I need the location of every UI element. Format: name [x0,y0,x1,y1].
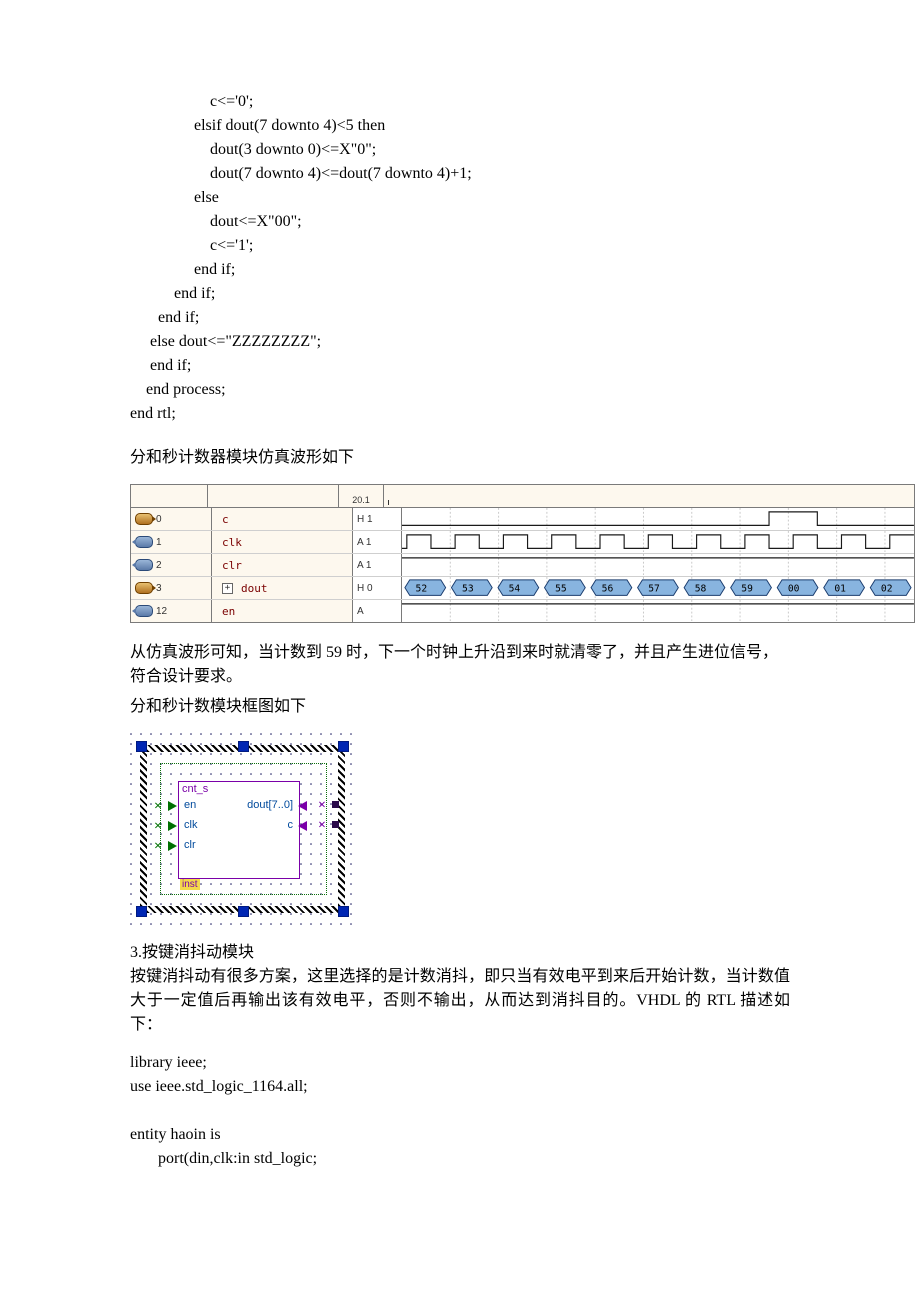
expand-icon[interactable]: + [222,583,233,594]
in-pin-icon [135,605,153,617]
signal-name: clr [222,559,242,572]
signal-name: c [222,513,229,526]
port-dout: dout[7..0] [247,799,293,811]
waveform-row-clr: 2 clr A 1 [131,554,914,577]
vhdl-code-bottom: library ieee; use ieee.std_logic_1164.al… [130,1051,790,1171]
signal-name: dout [241,582,268,595]
port-en: en [184,799,196,811]
instance-label: inst [180,879,200,890]
port-c: c [288,819,294,831]
para-waveform-intro: 分和秒计数器模块仿真波形如下 [130,446,790,470]
pin-cross-icon: × [154,839,162,855]
section3-title: 3.按键消抖动模块 [130,941,790,965]
svg-text:57: 57 [648,583,660,594]
entity-name: cnt_s [182,783,208,795]
block-diagram: cnt_s × en × clk × clr dout[7..0] × c × … [130,733,355,925]
para-waveform-explain: 从仿真波形可知，当计数到 59 时，下一个时钟上升沿到来时就清零了，并且产生进位… [130,641,790,689]
waveform-row-en: 12 en A [131,600,914,622]
signal-dout-trace: 52 53 54 55 56 57 58 59 00 01 02 [402,577,914,598]
svg-text:58: 58 [695,583,707,594]
svg-text:54: 54 [509,583,521,594]
signal-clr-trace [402,554,914,575]
svg-text:55: 55 [555,583,567,594]
svg-text:56: 56 [602,583,614,594]
port-clk: clk [184,819,197,831]
waveform-row-clk: 1 clk A 1 [131,531,914,554]
waveform-time-label: 20.1 [339,485,384,507]
signal-c-trace [402,508,914,529]
svg-text:52: 52 [416,583,428,594]
svg-text:53: 53 [462,583,474,594]
waveform-row-dout: 3 +dout H 0 5253545556575859000102 [131,577,914,600]
waveform-header: 20.1 [131,485,914,508]
svg-text:01: 01 [834,583,846,594]
pin-cross-icon: × [318,798,326,814]
svg-text:59: 59 [741,583,753,594]
waveform-viewer: 20.1 0 c H 1 1 clk A 1 [130,484,915,623]
in-pin-icon [135,536,153,548]
svg-text:02: 02 [881,583,893,594]
signal-name: en [222,605,235,618]
para-block-intro: 分和秒计数模块框图如下 [130,695,790,719]
signal-en-trace [402,600,914,621]
in-pin-icon [135,559,153,571]
out-pin-icon [135,513,153,525]
pin-cross-icon: × [154,819,162,835]
signal-name: clk [222,536,242,549]
signal-clk-trace [402,531,914,552]
pin-cross-icon: × [318,818,326,834]
vhdl-code-top: c<='0'; elsif dout(7 downto 4)<5 then do… [130,90,790,426]
section3-body: 按键消抖动有很多方案，这里选择的是计数消抖，即只当有效电平到来后开始计数，当计数… [130,965,790,1037]
waveform-row-c: 0 c H 1 [131,508,914,531]
out-pin-icon [135,582,153,594]
svg-text:00: 00 [788,583,800,594]
pin-cross-icon: × [154,799,162,815]
port-clr: clr [184,839,196,851]
